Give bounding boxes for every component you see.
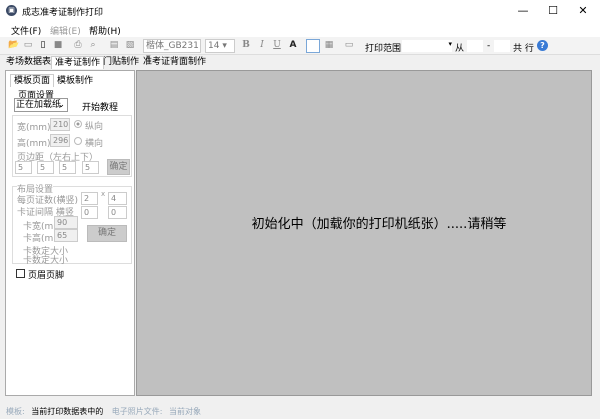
font-select[interactable]: 楷体_GB231 ▾ bbox=[143, 39, 201, 63]
height-input[interactable]: 296 bbox=[50, 134, 70, 147]
tutorial-link[interactable]: 开始教程 bbox=[82, 100, 118, 113]
landscape-label: 横向 bbox=[85, 139, 104, 149]
status-bar: 模板: 当前打印数据表中的 电子照片文件: 当前对象 bbox=[0, 402, 600, 419]
print-range-label: 打印范围 bbox=[365, 44, 402, 54]
underline-button[interactable]: U bbox=[271, 40, 283, 51]
menu-file[interactable]: 文件(F) bbox=[11, 24, 41, 37]
range-dash: - bbox=[487, 41, 491, 51]
rows-value: 4 bbox=[111, 194, 117, 203]
fixed-size-label-2: 卡数定大小 bbox=[23, 256, 69, 266]
window-title: 成志准考证制作打印 bbox=[22, 8, 104, 18]
border-color-button[interactable] bbox=[306, 39, 320, 53]
tab-exam-data[interactable]: 考场数据表 bbox=[3, 56, 54, 69]
print-preview-icon[interactable]: ⌕ bbox=[87, 40, 99, 51]
margin-bottom-input[interactable]: 5 bbox=[82, 161, 99, 174]
italic-button[interactable]: I bbox=[256, 40, 268, 51]
open-icon[interactable]: 📂 bbox=[8, 40, 20, 51]
menu-help[interactable]: 帮助(H) bbox=[89, 24, 121, 37]
photo-value: 当前对象 bbox=[169, 407, 202, 416]
margin-left-value: 5 bbox=[18, 163, 24, 172]
cols-input[interactable]: 2 bbox=[81, 192, 98, 205]
card-width-input[interactable]: 90 bbox=[54, 216, 78, 229]
print-icon[interactable]: ⎙ bbox=[72, 40, 84, 51]
template-label: 模板: bbox=[6, 407, 25, 416]
font-size-select[interactable]: 14 ▾ bbox=[205, 39, 235, 53]
font-value: 楷体_GB231 bbox=[146, 41, 199, 51]
gap-v-value: 0 bbox=[111, 208, 117, 217]
new-file-icon[interactable]: ▯ bbox=[37, 40, 49, 51]
gap-v-input[interactable]: 0 bbox=[108, 206, 127, 219]
save-icon[interactable]: ■ bbox=[52, 40, 64, 51]
paper-select[interactable]: 正在加载纸 ⌄ bbox=[14, 98, 68, 112]
card-height-input[interactable]: 65 bbox=[54, 229, 78, 242]
main-tabs: 考场数据表 准考证制作 门贴制作 准考证背面制作 bbox=[0, 55, 600, 69]
minimize-button[interactable]: — bbox=[508, 0, 538, 22]
landscape-radio[interactable] bbox=[74, 137, 82, 145]
portrait-label: 纵向 bbox=[85, 122, 104, 132]
menu-edit[interactable]: 编辑(E) bbox=[50, 24, 81, 37]
total-label: 共 行 bbox=[513, 44, 534, 54]
header-footer-label: 页眉页脚 bbox=[28, 271, 65, 281]
folder-icon[interactable]: ▭ bbox=[22, 40, 34, 51]
template-value: 当前打印数据表中的 bbox=[31, 407, 104, 416]
margin-bottom-value: 5 bbox=[85, 163, 91, 172]
margin-top-input[interactable]: 5 bbox=[59, 161, 76, 174]
chevron-down-icon: ⌄ bbox=[57, 100, 65, 110]
cols-value: 2 bbox=[84, 194, 90, 203]
from-input[interactable] bbox=[467, 40, 483, 52]
width-input[interactable]: 210 bbox=[50, 118, 70, 131]
margin-top-value: 5 bbox=[62, 163, 68, 172]
maximize-button[interactable]: ☐ bbox=[538, 0, 568, 22]
gap-h-input[interactable]: 0 bbox=[81, 206, 98, 219]
margin-right-value: 5 bbox=[40, 163, 46, 172]
from-label: 从 bbox=[455, 44, 465, 54]
delete-icon[interactable]: ▧ bbox=[124, 40, 136, 51]
grid-icon[interactable]: ▦ bbox=[323, 40, 335, 51]
margin-left-input[interactable]: 5 bbox=[15, 161, 32, 174]
rows-input[interactable]: 4 bbox=[108, 192, 127, 205]
close-button[interactable]: ✕ bbox=[568, 0, 598, 22]
copy-icon[interactable]: ▤ bbox=[108, 40, 120, 51]
help-icon[interactable]: ? bbox=[537, 40, 548, 51]
print-range-select[interactable]: ▾ bbox=[402, 40, 452, 52]
subtab-template-page[interactable]: 模板页面 bbox=[10, 74, 55, 87]
paper-value: 正在加载纸 bbox=[16, 100, 62, 110]
to-input[interactable] bbox=[494, 40, 510, 52]
portrait-radio[interactable] bbox=[74, 120, 82, 128]
tab-ticket-back[interactable]: 准考证背面制作 bbox=[140, 56, 209, 69]
font-size-value: 14 bbox=[208, 41, 220, 51]
margin-right-input[interactable]: 5 bbox=[37, 161, 54, 174]
window-icon[interactable]: ▭ bbox=[343, 40, 355, 51]
toolbar: 📂 ▭ ▯ ■ ⎙ ⌕ ▤ ▧ 楷体_GB231 ▾ 14 ▾ B I U A … bbox=[0, 37, 600, 63]
app-icon: ▣ bbox=[6, 5, 17, 16]
tab-admission-ticket[interactable]: 准考证制作 bbox=[51, 56, 105, 69]
height-label: 高(mm) bbox=[17, 139, 51, 149]
title-bar: ▣ 成志准考证制作打印 — ☐ ✕ bbox=[0, 0, 600, 22]
layout-confirm-button[interactable]: 确定 bbox=[87, 225, 127, 242]
text-color-button[interactable]: A bbox=[287, 40, 299, 51]
subtab-template-make[interactable]: 模板制作 bbox=[54, 75, 96, 88]
header-footer-checkbox[interactable] bbox=[16, 269, 25, 278]
margin-confirm-button[interactable]: 确定 bbox=[107, 159, 130, 175]
photo-label: 电子照片文件: bbox=[111, 407, 163, 416]
menu-bar: 文件(F) 编辑(E) 帮助(H) bbox=[0, 22, 600, 37]
loading-message: 初始化中（加载你的打印机纸张）.....请稍等 bbox=[251, 217, 507, 232]
width-label: 宽(mm) bbox=[17, 123, 51, 133]
gap-h-value: 0 bbox=[84, 208, 90, 217]
preview-canvas: 初始化中（加载你的打印机纸张）.....请稍等 bbox=[136, 70, 592, 396]
tab-door-sticker[interactable]: 门贴制作 bbox=[100, 56, 142, 69]
settings-panel: 模板页面 模板制作 页面设置 正在加载纸 ⌄ 开始教程 宽(mm) 210 纵向 … bbox=[5, 70, 135, 396]
times-label: x bbox=[101, 190, 106, 198]
bold-button[interactable]: B bbox=[240, 40, 252, 51]
